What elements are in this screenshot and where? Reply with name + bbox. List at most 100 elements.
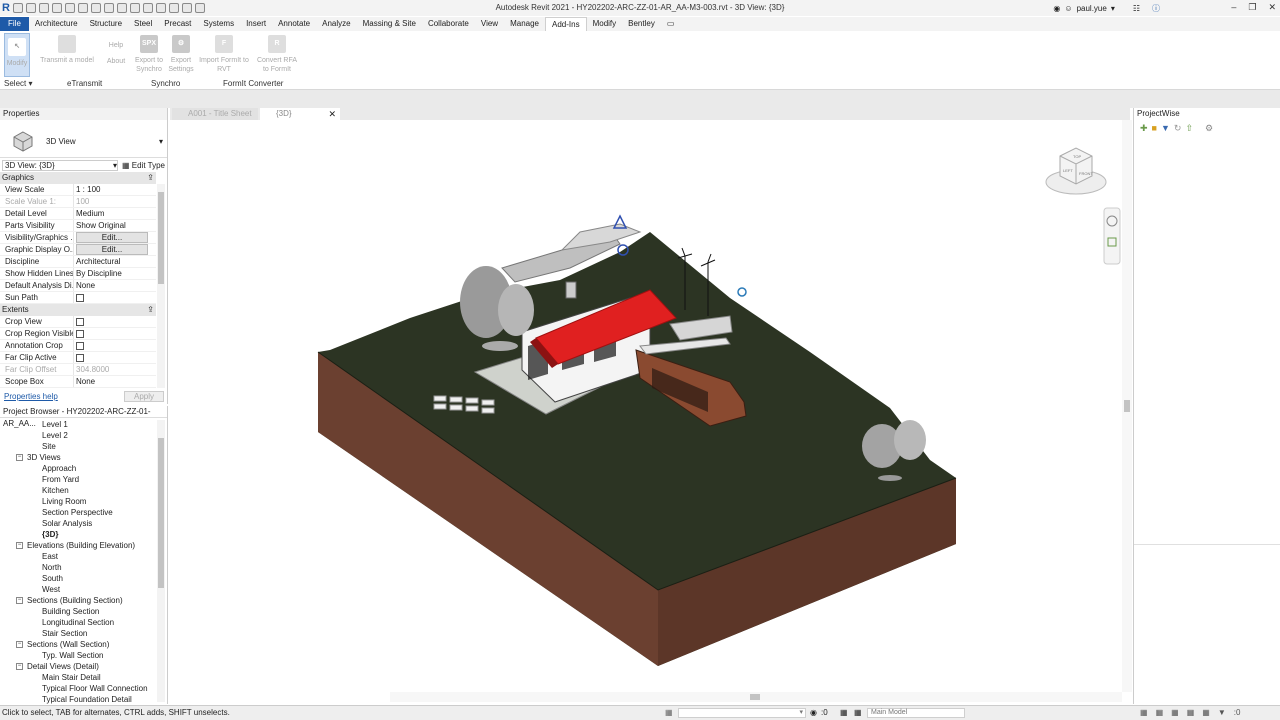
menu-tab-annotate[interactable]: Annotate	[272, 17, 316, 31]
close-tab-icon[interactable]: ✕	[328, 108, 336, 120]
instance-dropdown[interactable]: 3D View: {3D} ▾	[2, 159, 118, 171]
user-name[interactable]: paul.yue	[1077, 4, 1107, 13]
edit-type-button[interactable]: ▦ Edit Type	[122, 161, 165, 170]
help-button[interactable]: Help	[104, 41, 128, 50]
browser-item[interactable]: −3D Views	[0, 452, 167, 463]
menu-tab-steel[interactable]: Steel	[128, 17, 158, 31]
import-formit-button[interactable]: F Import FormIt to RVT	[199, 35, 249, 74]
modify-button[interactable]: ↖ Modify	[4, 33, 30, 77]
graphics-group[interactable]: Graphics ⇪	[0, 172, 156, 184]
menu-tab-precast[interactable]: Precast	[158, 17, 197, 31]
edit-button[interactable]: Edit...	[76, 232, 148, 243]
menu-tab-architecture[interactable]: Architecture	[29, 17, 84, 31]
browser-item[interactable]: Typical Floor Wall Connection	[0, 683, 167, 694]
transmit-model-button[interactable]: Transmit a model	[38, 35, 96, 65]
browser-item[interactable]: Main Stair Detail	[0, 672, 167, 683]
checkbox[interactable]	[76, 318, 84, 326]
property-row-show-hidden-lines[interactable]: Show Hidden Lines By Discipline	[0, 268, 156, 280]
scroll-thumb[interactable]	[1124, 400, 1130, 412]
scroll-thumb[interactable]	[158, 438, 164, 588]
workset-dropdown[interactable]: ▾	[678, 708, 806, 718]
collapse-toggle-icon[interactable]: −	[16, 641, 23, 649]
collapse-toggle-icon[interactable]: −	[16, 597, 23, 605]
export-synchro-button[interactable]: SPX Export to Synchro	[132, 35, 166, 74]
binoculars-icon[interactable]: ◉	[1053, 4, 1060, 13]
property-row-discipline[interactable]: Discipline Architectural	[0, 256, 156, 268]
menu-tab-collaborate[interactable]: Collaborate	[422, 17, 475, 31]
browser-item[interactable]: {3D}	[0, 529, 167, 540]
worksets-icon[interactable]: ▦	[665, 706, 673, 720]
select-panel[interactable]: Select ▾	[4, 79, 32, 88]
help-icon[interactable]: ⓘ	[1152, 3, 1160, 14]
browser-item[interactable]: Kitchen	[0, 485, 167, 496]
minimize-icon[interactable]: –	[1231, 2, 1236, 13]
convert-rfa-button[interactable]: R Convert RFA to FormIt	[254, 35, 300, 74]
about-button[interactable]: About	[104, 57, 128, 66]
scroll-thumb[interactable]	[750, 694, 760, 700]
browser-item[interactable]: − Sections (Wall Section)	[0, 639, 167, 650]
checkbox[interactable]	[76, 354, 84, 362]
design-option-dropdown[interactable]: Main Model	[867, 708, 965, 718]
property-row-scale-value-1[interactable]: Scale Value 1: 100	[0, 196, 156, 208]
editable-only-icon[interactable]: ◉	[810, 706, 817, 720]
select-underlay-icon[interactable]: ▦	[1156, 706, 1164, 720]
property-row-parts-visibility[interactable]: Parts Visibility Show Original	[0, 220, 156, 232]
menu-tab-add-ins[interactable]: Add-Ins	[545, 17, 587, 31]
model-3d-view[interactable]: TOP FRONT LEFT	[170, 120, 1132, 704]
menu-tab-file[interactable]: File	[0, 17, 29, 31]
properties-scrollbar[interactable]	[157, 184, 165, 388]
property-row-view-scale[interactable]: View Scale 1 : 100	[0, 184, 156, 196]
type-selector[interactable]: 3D View ▾	[0, 120, 167, 158]
browser-item[interactable]: Section Perspective	[0, 507, 167, 518]
refresh-icon[interactable]: ↻	[1174, 123, 1182, 134]
menu-tab-manage[interactable]: Manage	[504, 17, 545, 31]
export-settings-button[interactable]: ⚙ Export Settings	[165, 35, 197, 74]
apply-button[interactable]: Apply	[124, 390, 164, 402]
cart-icon[interactable]: ☷	[1133, 4, 1140, 13]
browser-item[interactable]: East	[0, 551, 167, 562]
menu-tab-bentley[interactable]: Bentley	[622, 17, 661, 31]
select-links-icon[interactable]: ▦	[1140, 706, 1148, 720]
menu-tab-modify[interactable]: Modify	[587, 17, 623, 31]
property-row-default-analysis-di[interactable]: Default Analysis Di... None	[0, 280, 156, 292]
browser-item[interactable]: Longitudinal Section	[0, 617, 167, 628]
settings-icon[interactable]: ⚙	[1205, 123, 1213, 134]
main-model-icon[interactable]: ▦	[854, 706, 862, 720]
drawing-area[interactable]: TOP FRONT LEFT	[170, 120, 1132, 704]
checkbox[interactable]	[76, 330, 84, 338]
chevron-down-icon[interactable]: ▾	[1111, 4, 1115, 13]
property-row-crop-region-visible[interactable]: Crop Region Visible	[0, 328, 156, 340]
filter-icon[interactable]: ▼	[1161, 123, 1170, 134]
property-row-scope-box[interactable]: Scope Box None	[0, 376, 156, 388]
browser-item[interactable]: Solar Analysis	[0, 518, 167, 529]
property-row-graphic-display-o[interactable]: Graphic Display O... Edit...	[0, 244, 156, 256]
browser-item[interactable]: − Sections (Building Section)	[0, 595, 167, 606]
browser-item[interactable]: Stair Section	[0, 628, 167, 639]
canvas-horizontal-scrollbar[interactable]	[390, 692, 1122, 702]
browser-item[interactable]: − Detail Views (Detail)	[0, 661, 167, 672]
browser-item[interactable]: − Elevations (Building Elevation)	[0, 540, 167, 551]
property-row-far-clip-offset[interactable]: Far Clip Offset 304.8000	[0, 364, 156, 376]
folder-icon[interactable]: ■	[1152, 123, 1157, 134]
viewcube[interactable]: TOP FRONT LEFT	[1045, 147, 1107, 195]
close-icon[interactable]: ✕	[1268, 2, 1276, 13]
browser-item[interactable]: From Yard	[0, 474, 167, 485]
view-tab-3d[interactable]: {3D} ✕	[260, 108, 340, 120]
menu-tab-structure[interactable]: Structure	[84, 17, 128, 31]
select-by-face-icon[interactable]: ▦	[1187, 706, 1195, 720]
select-pinned-icon[interactable]: ▦	[1171, 706, 1179, 720]
checkbox[interactable]	[76, 294, 84, 302]
property-row-far-clip-active[interactable]: Far Clip Active	[0, 352, 156, 364]
checkbox[interactable]	[76, 342, 84, 350]
browser-item[interactable]: Typ. Wall Section	[0, 650, 167, 661]
scroll-thumb[interactable]	[158, 192, 164, 284]
filter-icon[interactable]: ▼	[1218, 706, 1226, 720]
property-row-visibility-graphics[interactable]: Visibility/Graphics ... Edit...	[0, 232, 156, 244]
property-row-sun-path[interactable]: Sun Path	[0, 292, 156, 304]
design-options-icon[interactable]: ▦	[840, 706, 848, 720]
menu-tab-view[interactable]: View	[475, 17, 504, 31]
menu-tab-systems[interactable]: Systems	[197, 17, 240, 31]
canvas-vertical-scrollbar[interactable]	[1122, 120, 1132, 692]
browser-item[interactable]: Level 1	[0, 419, 167, 430]
browser-item[interactable]: Living Room	[0, 496, 167, 507]
